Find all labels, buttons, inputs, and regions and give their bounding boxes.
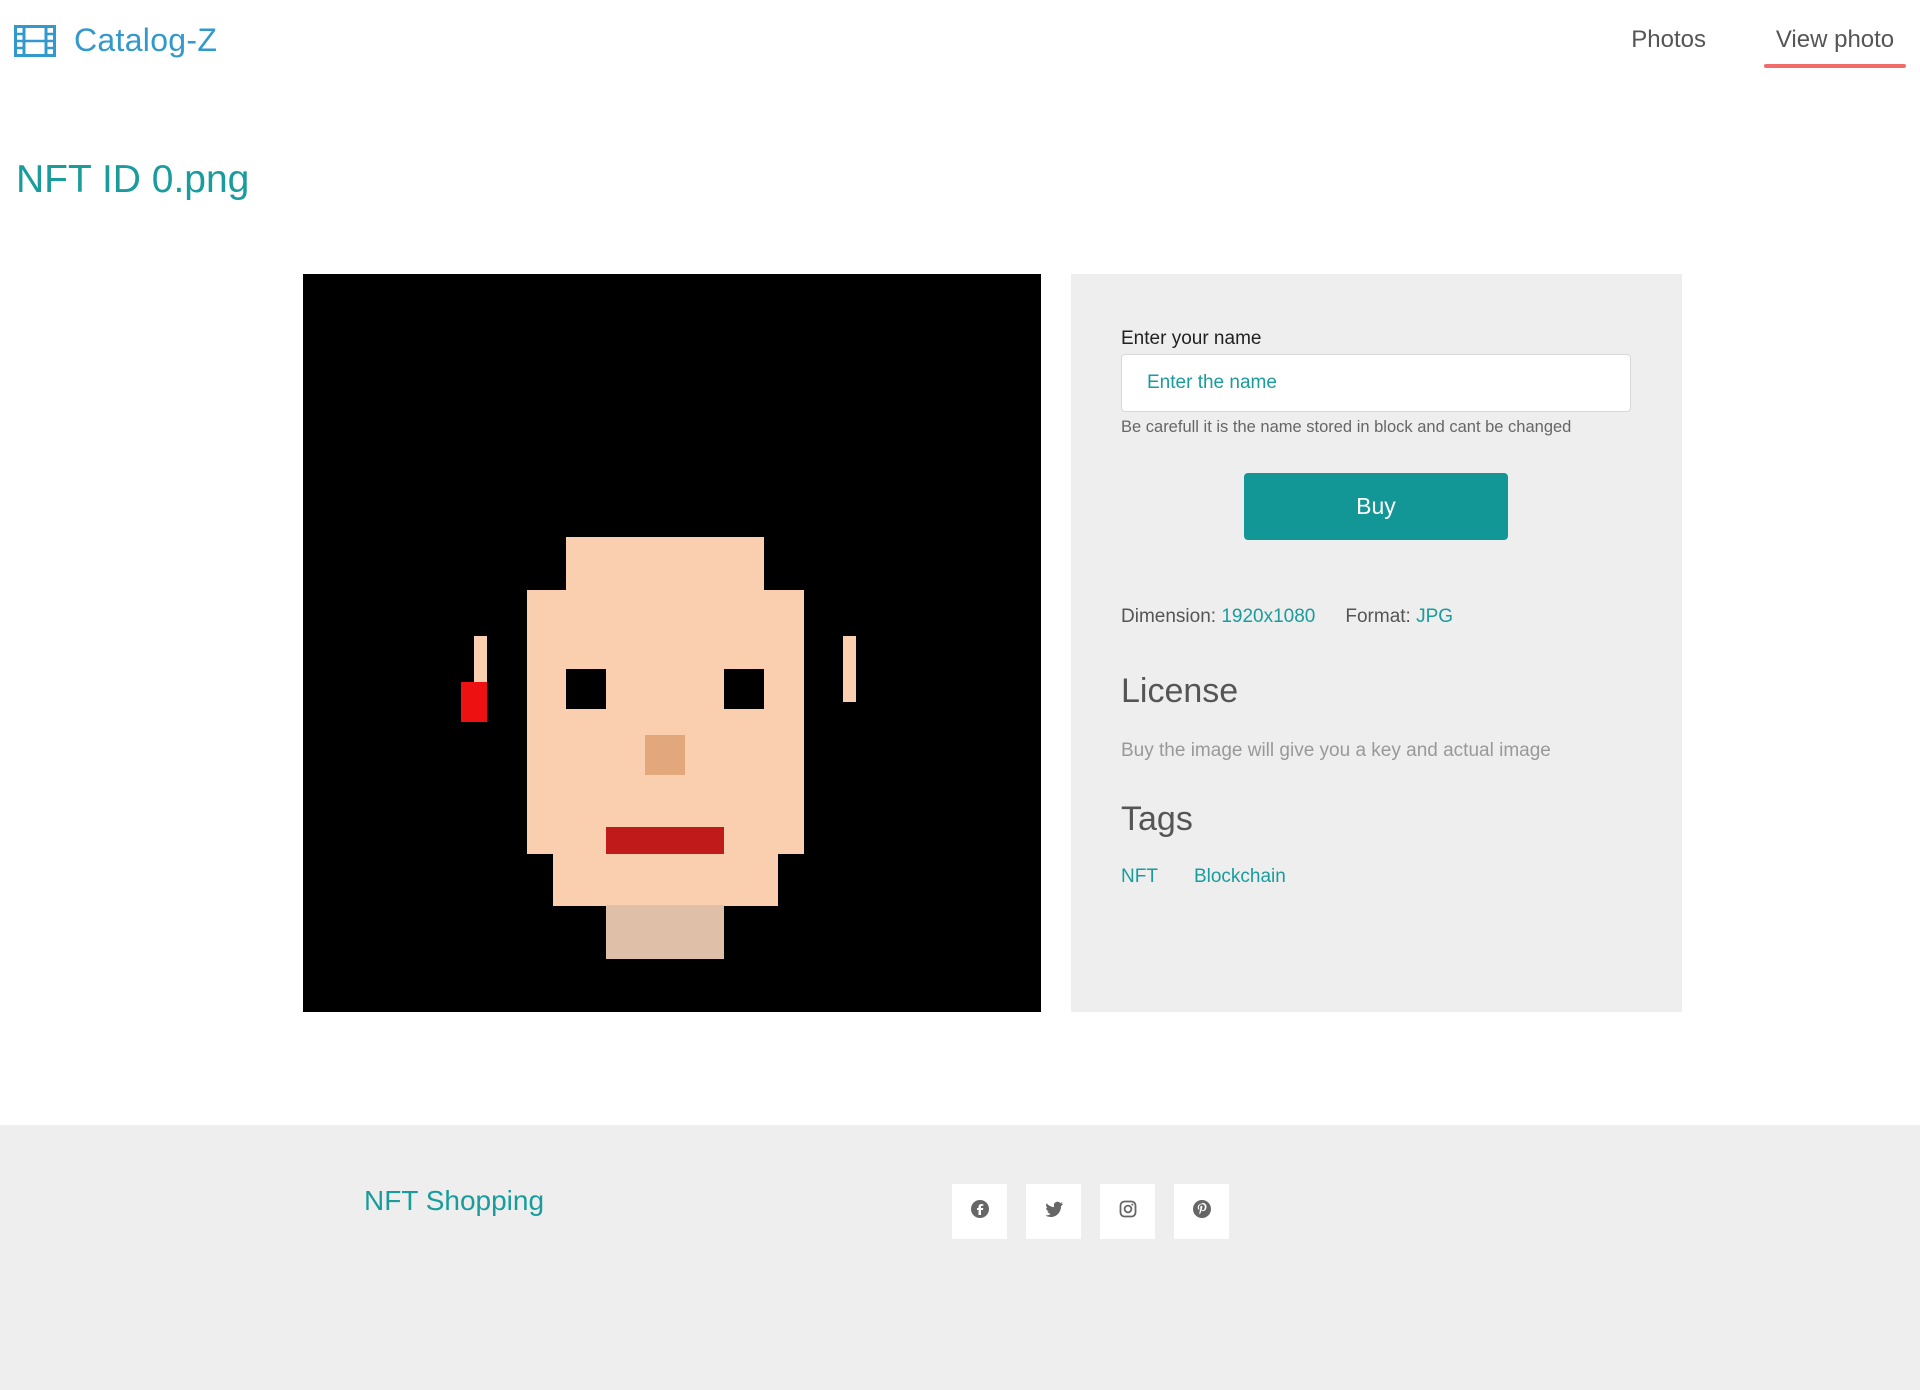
footer: NFT Shopping bbox=[0, 1125, 1920, 1390]
license-text: Buy the image will give you a key and ac… bbox=[1121, 740, 1551, 761]
facebook-link[interactable] bbox=[952, 1184, 1007, 1239]
pinterest-link[interactable] bbox=[1174, 1184, 1229, 1239]
name-label: Enter your name bbox=[1121, 328, 1262, 349]
name-hint: Be carefull it is the name stored in blo… bbox=[1121, 418, 1572, 436]
nav-photos-link[interactable]: Photos bbox=[1631, 0, 1706, 54]
dimension-value: 1920x1080 bbox=[1221, 606, 1316, 627]
left-eye bbox=[566, 669, 606, 709]
image-meta: Dimension: 1920x1080 Format: JPG bbox=[1121, 606, 1453, 628]
social-links bbox=[952, 1184, 1248, 1239]
navbar: Catalog-Z Photos View photo bbox=[0, 0, 1920, 85]
twitter-icon bbox=[1044, 1199, 1064, 1224]
main-nav: Photos View photo bbox=[1631, 0, 1920, 85]
name-input[interactable] bbox=[1121, 354, 1631, 412]
tag-list: NFT Blockchain bbox=[1121, 866, 1322, 888]
active-nav-underline bbox=[1764, 64, 1906, 68]
nft-image bbox=[303, 274, 1041, 1012]
right-eye bbox=[724, 669, 764, 709]
nose bbox=[645, 735, 685, 775]
pinterest-icon bbox=[1192, 1199, 1212, 1224]
dimension-label: Dimension: bbox=[1121, 606, 1217, 627]
instagram-link[interactable] bbox=[1100, 1184, 1155, 1239]
head-top bbox=[566, 537, 764, 591]
earring-top bbox=[474, 682, 487, 696]
head-bottom bbox=[553, 853, 778, 906]
page-title: NFT ID 0.png bbox=[16, 158, 250, 201]
neck bbox=[606, 905, 724, 959]
license-heading: License bbox=[1121, 672, 1239, 710]
format-label: Format: bbox=[1345, 606, 1411, 627]
format-value: JPG bbox=[1416, 606, 1454, 627]
instagram-icon bbox=[1118, 1199, 1138, 1224]
nav-view-photo-label: View photo bbox=[1775, 26, 1895, 53]
film-icon bbox=[14, 24, 56, 57]
lips bbox=[606, 827, 724, 854]
footer-title: NFT Shopping bbox=[364, 1185, 545, 1216]
brand-name: Catalog-Z bbox=[74, 22, 218, 58]
purchase-panel: Enter your name Be carefull it is the na… bbox=[1071, 274, 1682, 1012]
facebook-icon bbox=[970, 1199, 990, 1224]
nav-view-photo-link[interactable]: View photo bbox=[1764, 0, 1906, 68]
tags-heading: Tags bbox=[1121, 800, 1193, 838]
twitter-link[interactable] bbox=[1026, 1184, 1081, 1239]
buy-button[interactable]: Buy bbox=[1244, 473, 1508, 540]
right-ear bbox=[843, 636, 856, 702]
tag-blockchain[interactable]: Blockchain bbox=[1194, 866, 1286, 888]
head-middle bbox=[527, 590, 804, 854]
brand-link[interactable]: Catalog-Z bbox=[14, 22, 217, 59]
tag-nft[interactable]: NFT bbox=[1121, 866, 1158, 888]
